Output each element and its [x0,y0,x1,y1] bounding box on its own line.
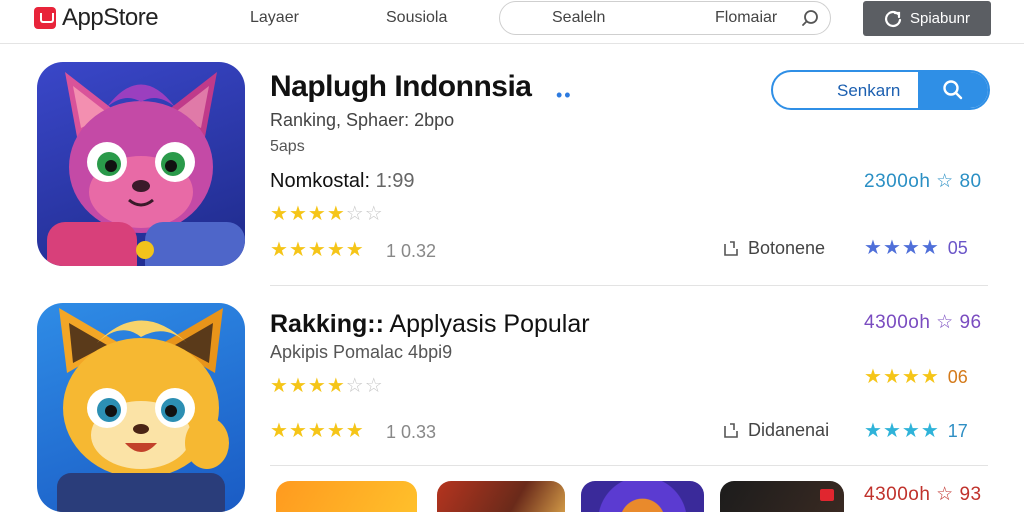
share-icon [724,240,738,256]
app-search-button[interactable] [918,72,988,108]
star-full-icon: ★ [864,237,882,259]
rating-stars-full: ★ ★ ★ ★ ★ [270,240,364,260]
star-empty-icon: ☆ [364,375,383,397]
search-left-label: Sealeln [552,9,606,26]
top-bar: AppStore Layaer Sousiola Sealeln Flomaia… [0,0,1024,44]
purple-creature-icon [47,72,245,266]
signin-label: Spiabunr [909,10,971,27]
star-full-icon: ★ [901,420,920,442]
divider [270,465,988,466]
search-icon[interactable] [800,8,820,28]
ranking-developer-link[interactable]: Didanenai [722,420,829,441]
star-empty-icon: ☆ [345,203,364,225]
brand[interactable]: AppStore [34,4,159,31]
bag-icon [34,7,56,29]
featured-app-title[interactable]: Naplugh Indonnsia [270,70,532,104]
star-full-icon: ★ [270,239,288,261]
nav-item-sousiola[interactable]: Sousiola [386,9,447,27]
more-dots-icon[interactable]: •• [556,85,573,106]
nav-item-layaer[interactable]: Layaer [250,9,299,27]
yellow-cat-icon [57,308,229,512]
star-full-icon: ★ [288,203,307,225]
rating-stars: ★ ★ ★ ★ ☆ ☆ [270,204,383,224]
star-full-icon: ★ [920,237,939,259]
app-search-label: Senkarn [837,81,901,100]
star-full-icon: ★ [307,203,326,225]
app-icon-yellow-cat[interactable] [37,303,245,512]
search-icon [943,80,963,100]
star-full-icon: ★ [270,203,288,225]
app-icon-purple-creature[interactable] [37,62,245,266]
star-full-icon: ★ [882,366,901,388]
star-full-icon: ★ [326,239,345,261]
featured-price: Nomkostal: 1:99 [270,170,415,193]
featured-subtitle: Ranking, Sphaer: 2bpo [270,110,455,130]
brand-name: AppStore [62,4,159,31]
app-thumbnail-orange[interactable] [276,481,417,512]
signin-button[interactable]: Spiabunr [863,1,991,36]
app-thumbnail-red[interactable] [437,481,565,512]
divider [270,285,988,286]
star-full-icon: ★ [901,237,920,259]
top-search-field[interactable]: Sealeln Flomaiar [499,1,831,35]
right-stars: ★ ★ ★ ★ 05 [864,238,968,258]
star-full-icon: ★ [288,239,307,261]
ranking-right-stars-2: ★ ★ ★ ★ 17 [864,421,968,441]
right-rating: 2300oh ☆ 80 [864,171,982,192]
star-full-icon: ★ [270,375,288,397]
ranking-right-stars: ★ ★ ★ ★ 06 [864,367,968,387]
star-full-icon: ★ [288,420,307,442]
star-full-icon: ★ [307,375,326,397]
app-search-field[interactable]: Senkarn [771,70,990,110]
star-full-icon: ★ [901,366,920,388]
star-full-icon: ★ [920,420,939,442]
search-right-label: Flomaiar [715,9,778,26]
ranking-rating-stars: ★ ★ ★ ★ ☆ ☆ [270,376,383,396]
ranking-right-rating: 4300oh ☆ 96 [864,312,982,333]
star-full-icon: ★ [864,366,882,388]
star-full-icon: ★ [864,420,882,442]
price-label: Nomkostal: [270,170,371,192]
ranking-title-bold: Rakking:: [270,310,384,338]
right-stars-value: 05 [947,238,968,258]
share-icon [724,422,738,438]
ranking-stars-value: 1 0.33 [386,422,437,442]
star-full-icon: ★ [288,375,307,397]
star-full-icon: ★ [326,203,345,225]
ranking-rating-stars-full: ★ ★ ★ ★ ★ [270,421,364,441]
ranking-developer-name: Didanenai [748,420,830,440]
star-empty-icon: ☆ [364,203,383,225]
star-full-icon: ★ [345,239,364,261]
star-full-icon: ★ [882,420,901,442]
star-full-icon: ★ [307,239,326,261]
ranking-right-stars-value: 06 [947,367,968,387]
ranking-title[interactable]: Rakking:: Applyasis Popular [270,310,590,339]
stars-value: 1 0.32 [386,241,437,261]
star-full-icon: ★ [345,420,364,442]
star-full-icon: ★ [882,237,901,259]
developer-link[interactable]: Botonene [722,238,825,259]
star-full-icon: ★ [326,420,345,442]
app-thumbnail-purple[interactable] [581,481,704,512]
refresh-icon [885,10,902,27]
featured-meta: 5aps [270,138,305,155]
ranking-right-stars-value-2: 17 [947,421,968,441]
bottom-right-rating: 4300oh ☆ 93 [864,484,982,505]
price-value: 1:99 [375,170,415,192]
ranking-title-rest: Applyasis Popular [383,310,590,338]
star-full-icon: ★ [270,420,288,442]
star-empty-icon: ☆ [345,375,364,397]
star-full-icon: ★ [307,420,326,442]
app-thumbnail-dark[interactable] [720,481,844,512]
star-full-icon: ★ [326,375,345,397]
ranking-subtitle: Apkipis Pomalac 4bpi9 [270,342,453,362]
star-full-icon: ★ [920,366,939,388]
developer-name: Botonene [748,238,826,258]
